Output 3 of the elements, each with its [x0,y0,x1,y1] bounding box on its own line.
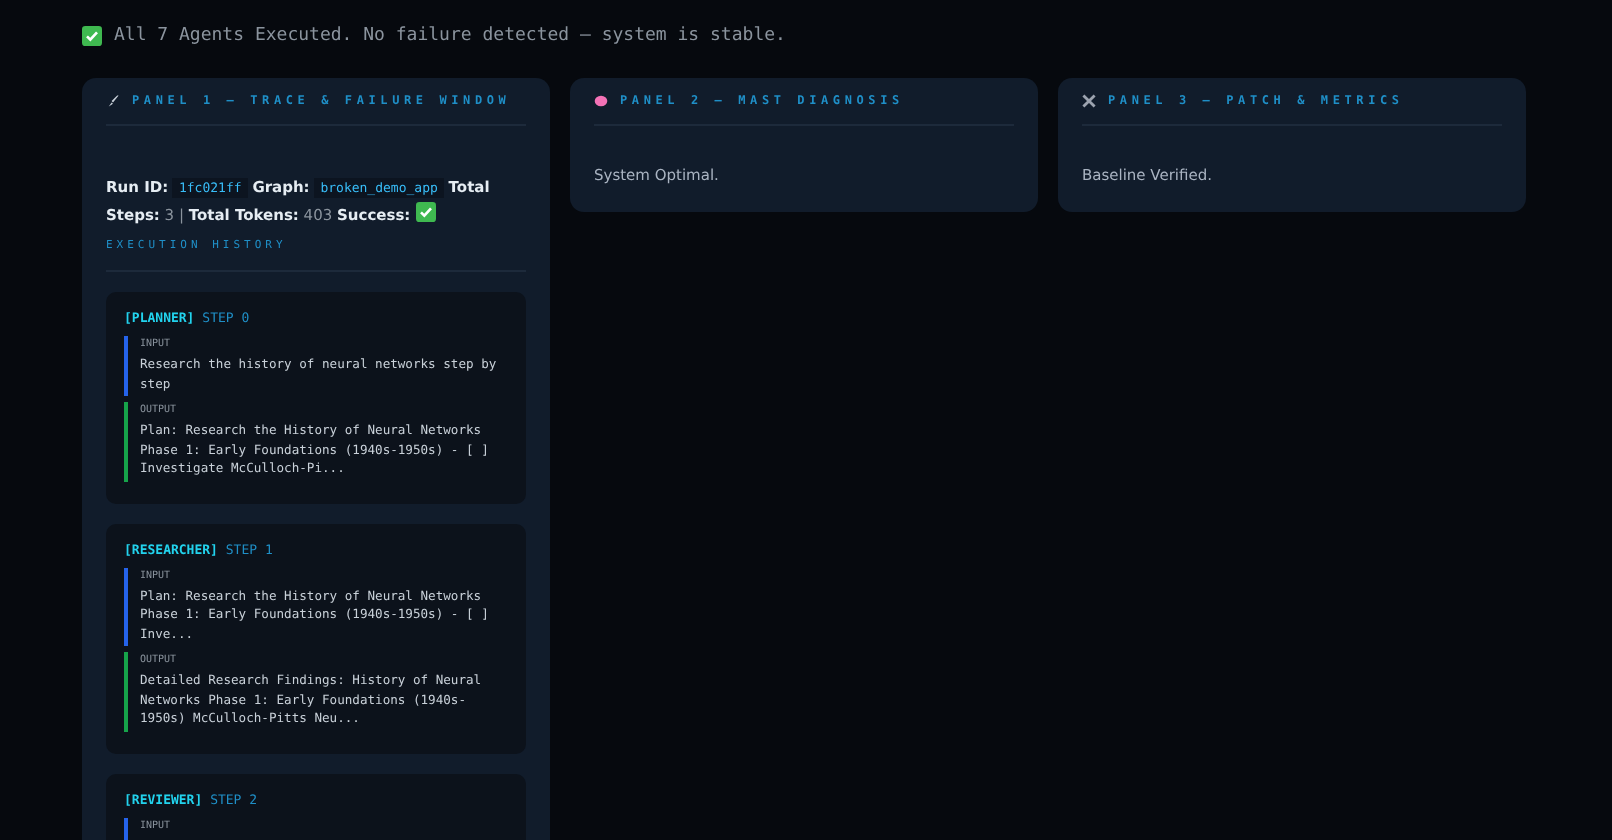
checkmark-icon [82,26,102,46]
status-message: All 7 Agents Executed. No failure detected — system is stable. [114,26,786,46]
brush-icon [106,94,120,108]
